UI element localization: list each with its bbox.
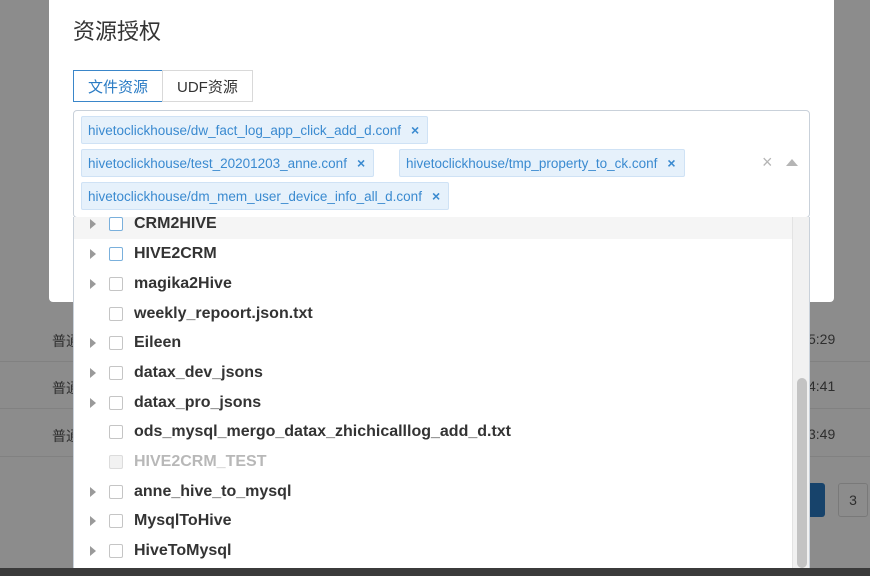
- tree-checkbox[interactable]: [109, 514, 123, 528]
- resource-tree-dropdown: CRM2HIVE HIVE2CRM magika2Hive weekly_rep…: [73, 217, 810, 576]
- tree-node-label: magika2Hive: [134, 275, 232, 292]
- tree-node-label: ods_mysql_mergo_datax_zhichicalllog_add_…: [134, 423, 512, 440]
- tree-node[interactable]: datax_pro_jsons: [74, 388, 792, 418]
- tree-checkbox[interactable]: [109, 247, 123, 261]
- tree-checkbox-disabled: [109, 455, 123, 469]
- tab-file-resources[interactable]: 文件资源: [73, 70, 164, 102]
- tree-node[interactable]: anne_hive_to_mysql: [74, 477, 792, 507]
- selected-tag: hivetoclickhouse/tmp_property_to_ck.conf…: [399, 149, 685, 177]
- selected-tag: hivetoclickhouse/test_20201203_anne.conf…: [81, 149, 375, 177]
- tree-node[interactable]: magika2Hive: [74, 269, 792, 299]
- tag-label: hivetoclickhouse/tmp_property_to_ck.conf: [406, 155, 658, 171]
- tree-node-label: anne_hive_to_mysql: [134, 483, 292, 500]
- remove-tag-icon[interactable]: ×: [411, 122, 419, 138]
- chevron-up-icon[interactable]: [786, 159, 798, 166]
- selected-tag: hivetoclickhouse/dw_fact_log_app_click_a…: [81, 116, 429, 144]
- tag-label: hivetoclickhouse/dw_fact_log_app_click_a…: [88, 122, 401, 138]
- expand-caret-icon[interactable]: [90, 368, 96, 378]
- resource-tabs: 文件资源 UDF资源: [73, 70, 253, 102]
- tag-label: hivetoclickhouse/test_20201203_anne.conf: [88, 155, 347, 171]
- dropdown-scrollbar[interactable]: [792, 217, 809, 575]
- remove-tag-icon[interactable]: ×: [357, 155, 365, 171]
- tree-node-label: Eileen: [134, 334, 182, 351]
- tree-node-label: HIVE2CRM_TEST: [134, 453, 267, 470]
- tree-node[interactable]: weekly_repoort.json.txt: [74, 299, 792, 329]
- os-taskbar: [0, 568, 870, 576]
- tab-udf-resources[interactable]: UDF资源: [162, 70, 253, 102]
- tree-checkbox[interactable]: [109, 485, 123, 499]
- tree-node-label: HiveToMysql: [134, 542, 232, 559]
- expand-caret-icon[interactable]: [90, 219, 96, 229]
- tree-checkbox[interactable]: [109, 336, 123, 350]
- tree-checkbox[interactable]: [109, 217, 123, 231]
- clear-all-icon[interactable]: ×: [762, 153, 773, 171]
- tree-node[interactable]: ods_mysql_mergo_datax_zhichicalllog_add_…: [74, 417, 792, 447]
- tree-node-label: MysqlToHive: [134, 512, 232, 529]
- tree-node-label: HIVE2CRM: [134, 245, 217, 262]
- expand-caret-icon[interactable]: [90, 487, 96, 497]
- tree-node-label: datax_dev_jsons: [134, 364, 263, 381]
- tree-node-label: datax_pro_jsons: [134, 394, 262, 411]
- tag-label: hivetoclickhouse/dm_mem_user_device_info…: [88, 188, 422, 204]
- remove-tag-icon[interactable]: ×: [667, 155, 675, 171]
- remove-tag-icon[interactable]: ×: [432, 188, 440, 204]
- tree-node[interactable]: CRM2HIVE: [74, 217, 792, 239]
- expand-caret-icon[interactable]: [90, 546, 96, 556]
- tree-node[interactable]: HiveToMysql: [74, 536, 792, 566]
- tree-checkbox[interactable]: [109, 544, 123, 558]
- tree-node[interactable]: HIVE2CRM: [74, 239, 792, 269]
- modal-title: 资源授权: [73, 19, 162, 44]
- tree-checkbox[interactable]: [109, 277, 123, 291]
- tree-checkbox[interactable]: [109, 425, 123, 439]
- expand-caret-icon[interactable]: [90, 249, 96, 259]
- selected-tag: hivetoclickhouse/dm_mem_user_device_info…: [81, 182, 450, 210]
- tree-checkbox[interactable]: [109, 366, 123, 380]
- scrollbar-thumb[interactable]: [797, 378, 807, 568]
- expand-caret-icon[interactable]: [90, 279, 96, 289]
- tree-checkbox[interactable]: [109, 307, 123, 321]
- expand-caret-icon[interactable]: [90, 338, 96, 348]
- expand-caret-icon[interactable]: [90, 516, 96, 526]
- tree-node[interactable]: MysqlToHive: [74, 506, 792, 536]
- tree-node-disabled: HIVE2CRM_TEST: [74, 447, 792, 477]
- tree-node-label: weekly_repoort.json.txt: [134, 305, 313, 322]
- tree-node-label: CRM2HIVE: [134, 217, 217, 232]
- tree-node[interactable]: Eileen: [74, 328, 792, 358]
- expand-caret-icon[interactable]: [90, 398, 96, 408]
- resource-multi-select[interactable]: hivetoclickhouse/dw_fact_log_app_click_a…: [73, 110, 810, 218]
- tree-checkbox[interactable]: [109, 396, 123, 410]
- tree-node[interactable]: datax_dev_jsons: [74, 358, 792, 388]
